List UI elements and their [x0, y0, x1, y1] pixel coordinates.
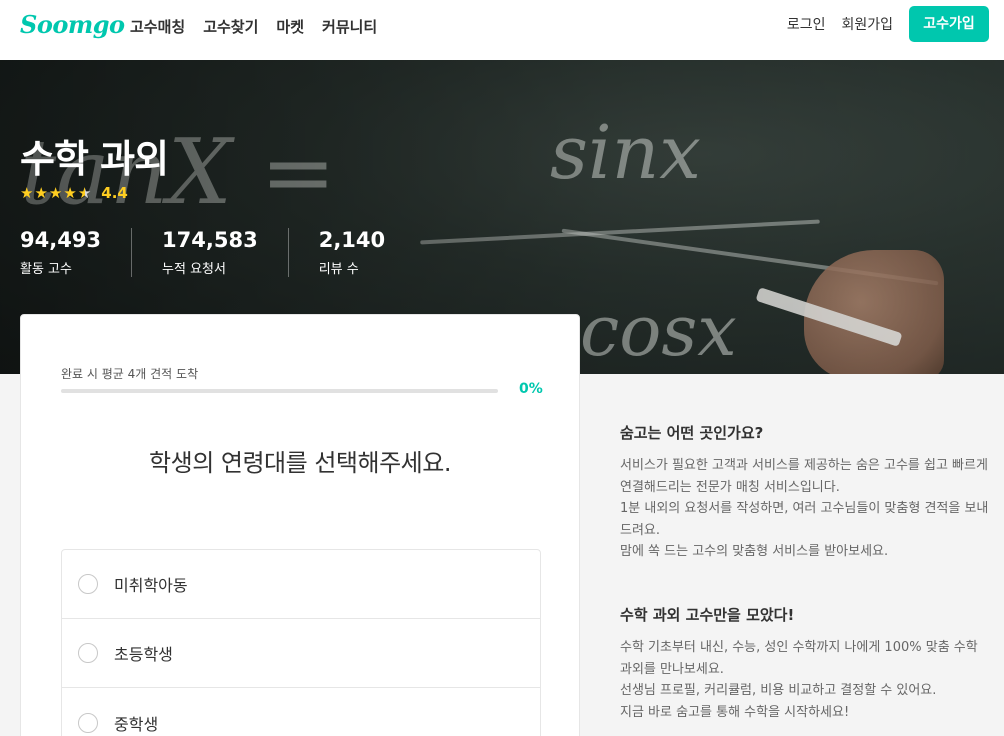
login-link[interactable]: 로그인	[787, 14, 826, 34]
main-nav: 고수매칭 고수찾기 마켓 커뮤니티	[130, 16, 377, 37]
option-preschool[interactable]: 미취학아동	[62, 550, 540, 619]
request-form-card: 완료 시 평균 4개 견적 도착 0% 학생의 연령대를 선택해주세요. 미취학…	[20, 314, 580, 736]
radio-button[interactable]	[78, 712, 98, 733]
stat-value: 94,493	[20, 228, 102, 252]
top-header: Soomgo 고수매칭 고수찾기 마켓 커뮤니티 로그인 회원가입 고수가입	[0, 0, 1004, 60]
register-link[interactable]: 회원가입	[841, 14, 893, 34]
progress-percent: 0%	[519, 381, 543, 397]
progress-bar	[61, 389, 498, 393]
info-about-soomgo: 숨고는 어떤 곳인가요? 서비스가 필요한 고객과 서비스를 제공하는 숨은 고…	[620, 422, 990, 563]
stat-reviews: 2,140 리뷰 수	[287, 228, 415, 277]
progress-label: 완료 시 평균 4개 견적 도착	[61, 367, 199, 381]
option-label: 미취학아동	[114, 576, 188, 595]
stat-value: 174,583	[162, 228, 258, 252]
nav-community[interactable]: 커뮤니티	[322, 16, 377, 37]
soomgo-logo[interactable]: Soomgo	[20, 10, 125, 39]
star-icon: ★	[34, 183, 48, 202]
info-line: 선생님 프로필, 커리큘럼, 비용 비교하고 결정할 수 있어요.	[620, 683, 937, 698]
info-line: 1분 내외의 요청서를 작성하면, 여러 고수님들이 맞춤형 견적을 보내드려요…	[620, 501, 989, 538]
option-elementary[interactable]: 초등학생	[62, 619, 540, 688]
stat-label: 리뷰 수	[318, 262, 359, 277]
stat-total-requests: 174,583 누적 요청서	[131, 228, 288, 277]
stats: 94,493 활동 고수 174,583 누적 요청서 2,140 리뷰 수	[20, 228, 415, 277]
info-body: 수학 기초부터 내신, 수능, 성인 수학까지 나에게 100% 맞춤 수학 과…	[620, 637, 990, 723]
info-line: 맘에 쏙 드는 고수의 맞춤형 서비스를 받아보세요.	[620, 544, 889, 559]
info-line: 수학 기초부터 내신, 수능, 성인 수학까지 나에게 100% 맞춤 수학 과…	[620, 640, 978, 677]
star-icon: ★	[48, 183, 63, 202]
header-actions: 로그인 회원가입 고수가입	[787, 6, 989, 42]
info-body: 서비스가 필요한 고객과 서비스를 제공하는 숨은 고수를 쉽고 빠르게 연결해…	[620, 455, 990, 563]
option-list: 미취학아동 초등학생 중학생	[61, 549, 541, 736]
stat-value: 2,140	[318, 228, 386, 252]
radio-button[interactable]	[78, 643, 98, 663]
nav-pro-matching[interactable]: 고수매칭	[130, 16, 185, 37]
page-title: 수학 과외	[20, 137, 169, 181]
option-middle-school[interactable]: 중학생	[62, 688, 540, 736]
info-title: 수학 과외 고수만을 모았다!	[620, 606, 795, 624]
pro-signup-button[interactable]: 고수가입	[909, 6, 989, 42]
rating: ★ ★ ★ ★ ★ 4.4	[20, 184, 128, 202]
radio-button[interactable]	[78, 574, 98, 594]
info-line: 지금 바로 숨고를 통해 수학을 시작하세요!	[620, 704, 850, 720]
option-label: 초등학생	[114, 645, 173, 664]
star-half-icon: ★	[77, 183, 92, 202]
nav-find-pro[interactable]: 고수찾기	[203, 16, 258, 37]
star-rating: ★ ★ ★ ★ ★	[20, 183, 92, 202]
info-line: 서비스가 필요한 고객과 서비스를 제공하는 숨은 고수를 쉽고 빠르게 연결해…	[620, 458, 988, 495]
stat-active-pros: 94,493 활동 고수	[20, 228, 131, 277]
stat-label: 활동 고수	[20, 262, 72, 277]
info-title: 숨고는 어떤 곳인가요?	[620, 424, 764, 442]
nav-market[interactable]: 마켓	[276, 16, 304, 37]
rating-value: 4.4	[101, 184, 128, 202]
stat-label: 누적 요청서	[162, 262, 226, 277]
info-math-tutoring: 수학 과외 고수만을 모았다! 수학 기초부터 내신, 수능, 성인 수학까지 …	[620, 604, 990, 723]
star-icon: ★	[20, 183, 34, 202]
option-label: 중학생	[114, 714, 159, 734]
question-title: 학생의 연령대를 선택해주세요.	[149, 449, 451, 477]
star-icon: ★	[63, 183, 77, 202]
